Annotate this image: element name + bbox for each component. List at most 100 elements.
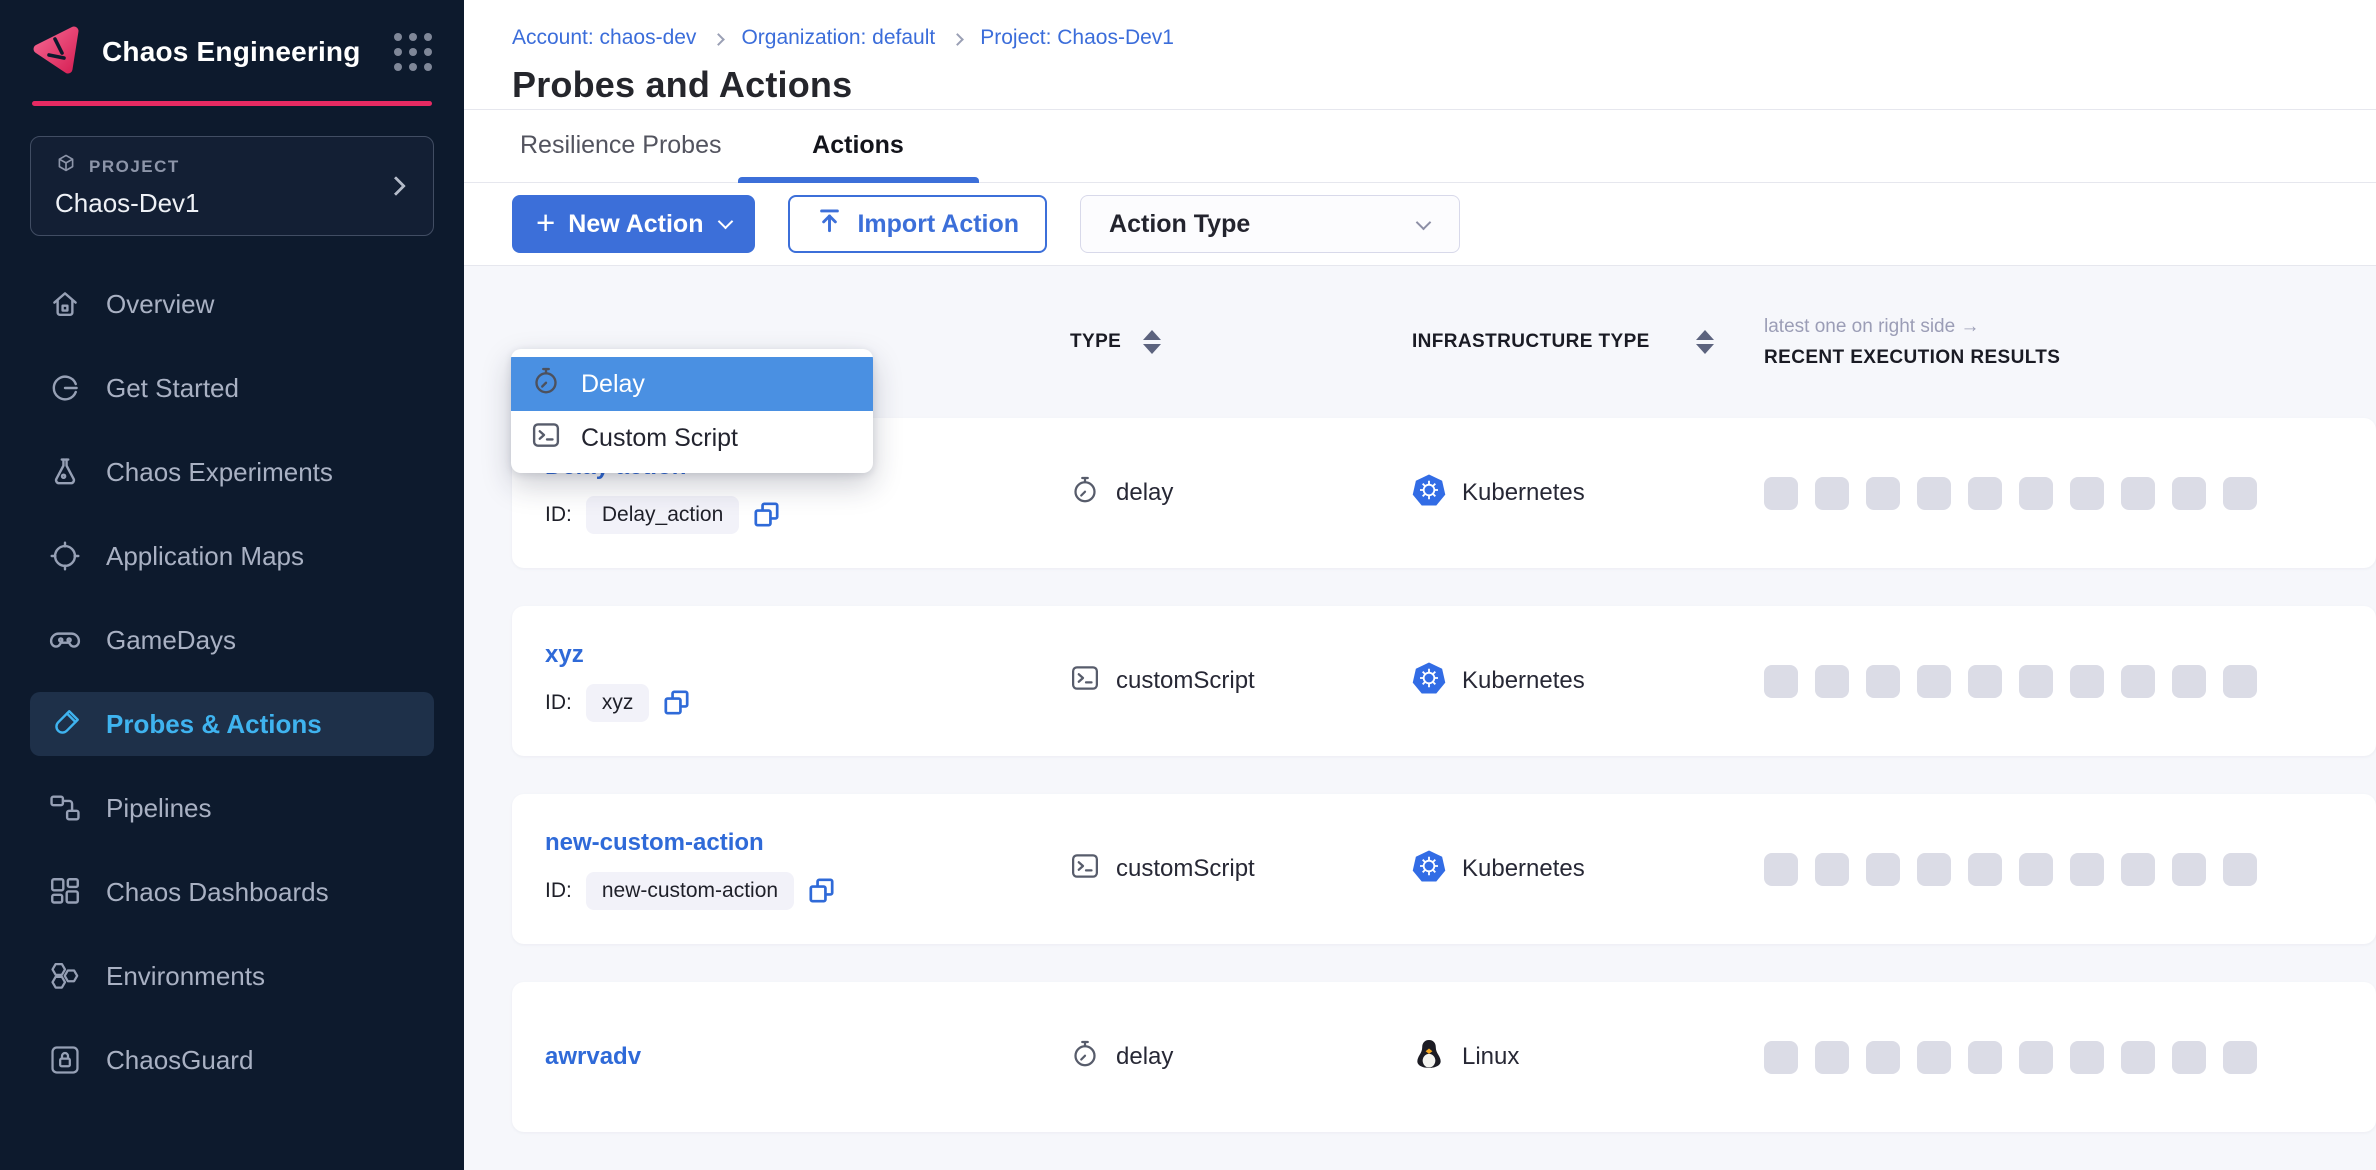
sidebar-item-label: GameDays <box>106 625 236 656</box>
shield-lock-icon <box>48 1043 82 1077</box>
brand-accent-divider <box>32 101 432 106</box>
recent-execution-results <box>1764 665 2376 698</box>
project-selector[interactable]: PROJECT Chaos-Dev1 <box>30 136 434 236</box>
recent-execution-results <box>1764 477 2376 510</box>
action-type-value: customScript <box>1116 855 1255 883</box>
target-icon <box>48 539 82 573</box>
action-name-link[interactable]: awrvadv <box>545 1043 1070 1071</box>
action-type-value: delay <box>1116 479 1173 507</box>
menu-item-custom-script[interactable]: Custom Script <box>511 411 873 465</box>
sidebar-item-get-started[interactable]: Get Started <box>30 356 434 420</box>
app-switcher-grid-icon[interactable] <box>394 33 432 71</box>
project-name: Chaos-Dev1 <box>55 188 200 219</box>
dashboard-icon <box>48 875 82 909</box>
table-row[interactable]: new-custom-action ID: new-custom-action … <box>512 794 2376 944</box>
terminal-icon <box>1070 851 1100 888</box>
column-header-infrastructure-type[interactable]: INFRASTRUCTURE TYPE <box>1412 329 1764 356</box>
chevron-right-icon <box>386 176 406 196</box>
home-icon <box>48 287 82 321</box>
kubernetes-icon <box>1412 849 1446 890</box>
tab-bar: Resilience Probes Actions <box>464 110 2376 183</box>
stopwatch-icon <box>1070 1039 1100 1076</box>
actions-toolbar: + New Action Import Action Action Type <box>464 183 2376 266</box>
import-action-button[interactable]: Import Action <box>788 195 1047 253</box>
breadcrumb-account-link[interactable]: Account: chaos-dev <box>512 26 696 50</box>
infrastructure-value: Kubernetes <box>1462 855 1585 883</box>
breadcrumb-organization-link[interactable]: Organization: default <box>741 26 935 50</box>
sort-icon[interactable] <box>1696 330 1714 354</box>
breadcrumb: Account: chaos-dev Organization: default… <box>512 26 2376 50</box>
new-action-button[interactable]: + New Action <box>512 195 755 253</box>
sidebar-item-chaos-experiments[interactable]: Chaos Experiments <box>30 440 434 504</box>
sidebar-nav: Overview Get Started Chaos Experiments A… <box>0 272 464 1092</box>
test-tube-icon <box>48 707 82 741</box>
infrastructure-value: Kubernetes <box>1462 479 1585 507</box>
chevron-down-icon <box>1416 214 1432 230</box>
column-header-recent-execution-results: latest one on right side → RECENT EXECUT… <box>1764 316 2376 369</box>
page-header: Account: chaos-dev Organization: default… <box>464 0 2376 110</box>
tab-actions[interactable]: Actions <box>738 110 979 182</box>
flask-icon <box>48 455 82 489</box>
sidebar-item-gamedays[interactable]: GameDays <box>30 608 434 672</box>
project-label: PROJECT <box>89 157 180 177</box>
sidebar: Chaos Engineering PROJECT Chaos-Dev1 <box>0 0 464 1170</box>
infrastructure-value: Linux <box>1462 1043 1519 1071</box>
recent-execution-results <box>1764 1041 2376 1074</box>
main-content: Account: chaos-dev Organization: default… <box>464 0 2376 1170</box>
cube-icon <box>55 153 77 180</box>
sidebar-header: Chaos Engineering <box>0 0 464 101</box>
results-note: latest one on right side → <box>1764 316 2376 338</box>
chevron-right-icon <box>951 33 964 46</box>
app-title: Chaos Engineering <box>102 36 378 68</box>
kubernetes-icon <box>1412 661 1446 702</box>
terminal-icon <box>1070 663 1100 700</box>
action-name-link[interactable]: new-custom-action <box>545 829 1070 857</box>
gamepad-icon <box>48 623 82 657</box>
harness-chaos-logo-icon <box>28 20 86 83</box>
column-header-type[interactable]: TYPE <box>1070 330 1412 354</box>
table-row[interactable]: awrvadv delay Linux <box>512 982 2376 1132</box>
menu-item-delay[interactable]: Delay <box>511 357 873 411</box>
tab-resilience-probes[interactable]: Resilience Probes <box>520 110 722 182</box>
chevron-right-icon <box>713 33 726 46</box>
id-label: ID: <box>545 879 572 903</box>
hexagons-icon <box>48 959 82 993</box>
page-title: Probes and Actions <box>512 64 2376 106</box>
action-type-value: delay <box>1116 1043 1173 1071</box>
action-type-value: customScript <box>1116 667 1255 695</box>
chevron-down-icon <box>718 213 734 229</box>
action-id-chip: Delay_action <box>586 496 739 534</box>
terminal-icon <box>531 420 561 457</box>
sidebar-item-pipelines[interactable]: Pipelines <box>30 776 434 840</box>
linux-icon <box>1412 1037 1446 1078</box>
get-started-icon <box>48 371 82 405</box>
pipeline-icon <box>48 791 82 825</box>
sort-icon[interactable] <box>1143 330 1161 354</box>
sidebar-item-application-maps[interactable]: Application Maps <box>30 524 434 588</box>
recent-execution-results <box>1764 853 2376 886</box>
plus-icon: + <box>536 206 555 239</box>
id-label: ID: <box>545 691 572 715</box>
action-id-chip: xyz <box>586 684 650 722</box>
breadcrumb-project-link[interactable]: Project: Chaos-Dev1 <box>980 26 1174 50</box>
sidebar-item-label: Pipelines <box>106 793 212 824</box>
sidebar-item-overview[interactable]: Overview <box>30 272 434 336</box>
sidebar-item-label: Environments <box>106 961 265 992</box>
action-type-select[interactable]: Action Type <box>1080 195 1460 253</box>
stopwatch-icon <box>531 366 561 403</box>
new-action-menu: Delay Custom Script <box>511 349 873 473</box>
stopwatch-icon <box>1070 475 1100 512</box>
sidebar-item-chaosguard[interactable]: ChaosGuard <box>30 1028 434 1092</box>
sidebar-item-environments[interactable]: Environments <box>30 944 434 1008</box>
sidebar-item-chaos-dashboards[interactable]: Chaos Dashboards <box>30 860 434 924</box>
sidebar-item-label: Get Started <box>106 373 239 404</box>
sidebar-item-label: ChaosGuard <box>106 1045 253 1076</box>
id-label: ID: <box>545 503 572 527</box>
copy-icon[interactable] <box>753 501 780 528</box>
copy-icon[interactable] <box>663 689 690 716</box>
table-row[interactable]: xyz ID: xyz customScript <box>512 606 2376 756</box>
action-name-link[interactable]: xyz <box>545 641 1070 669</box>
sidebar-item-probes-and-actions[interactable]: Probes & Actions <box>30 692 434 756</box>
copy-icon[interactable] <box>808 877 835 904</box>
sidebar-item-label: Probes & Actions <box>106 709 322 740</box>
